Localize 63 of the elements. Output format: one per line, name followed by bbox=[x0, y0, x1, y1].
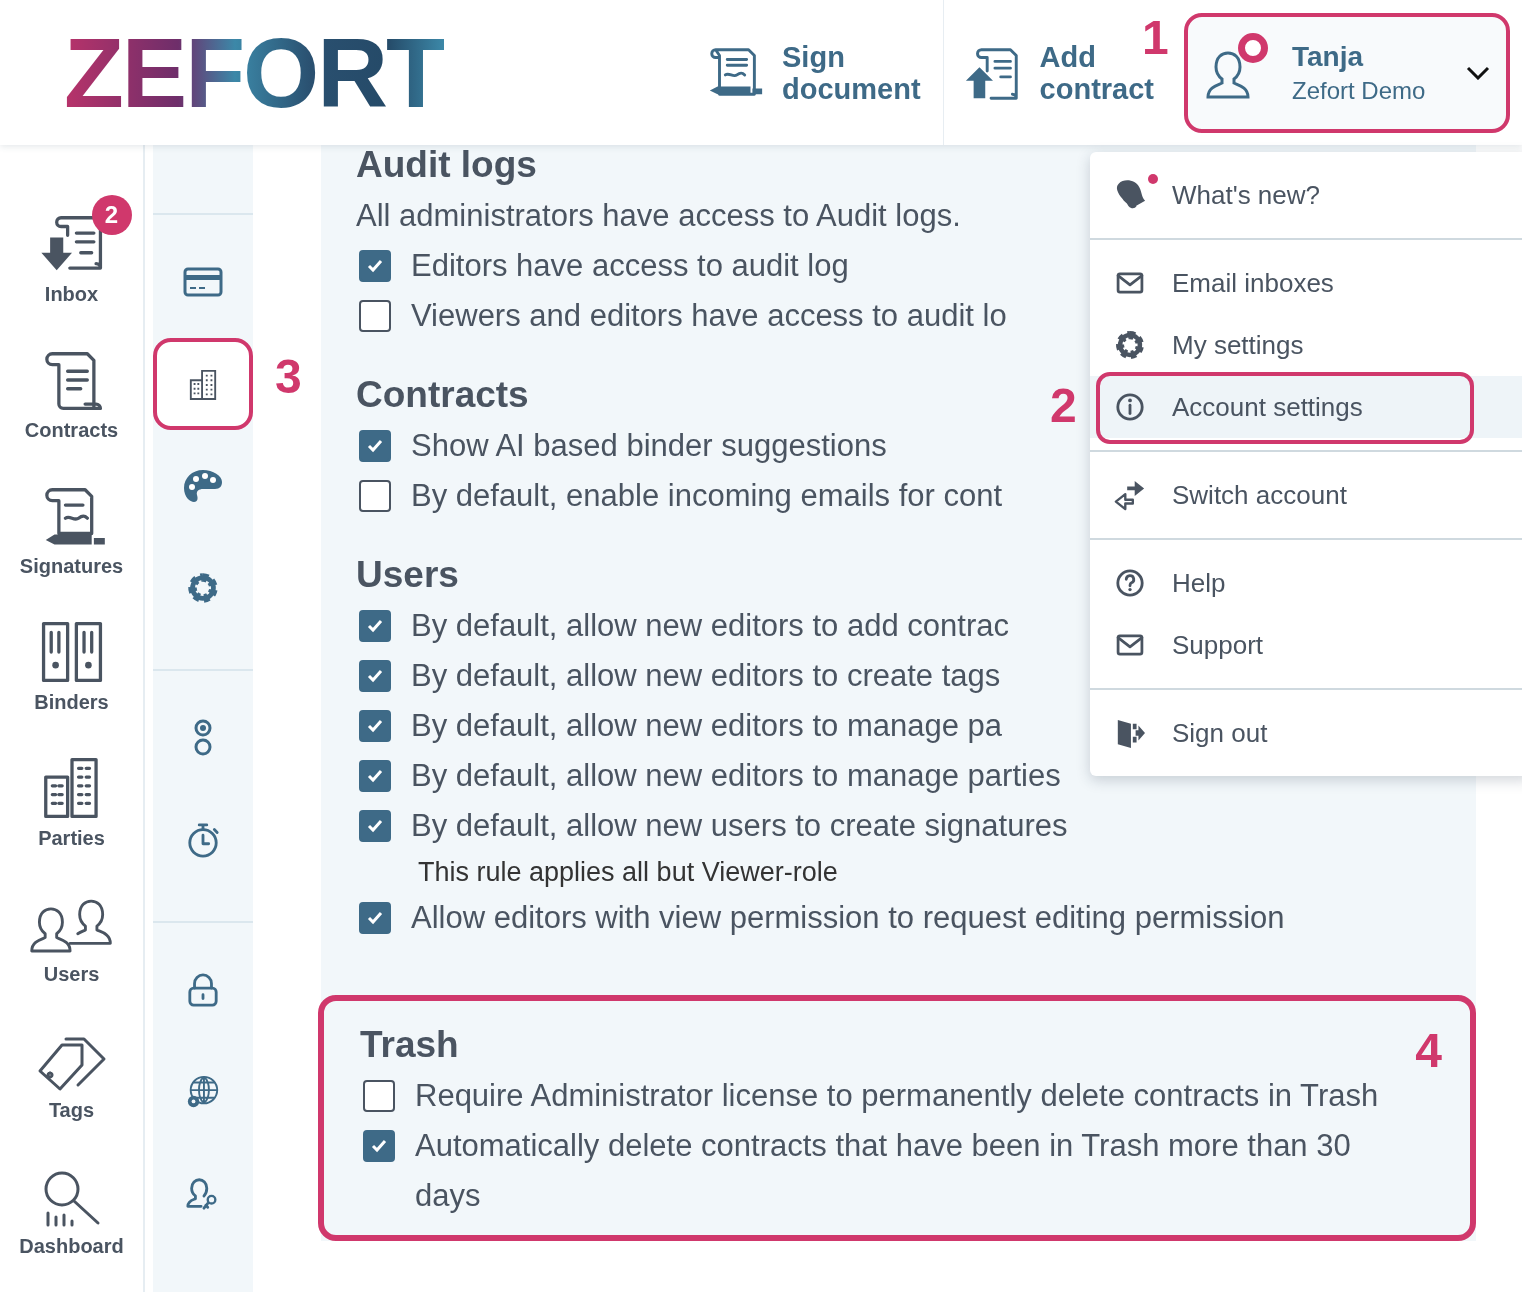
checkbox[interactable] bbox=[359, 810, 391, 842]
menu-item[interactable]: My settings bbox=[1090, 314, 1522, 376]
menu-item[interactable]: Sign out bbox=[1090, 702, 1522, 764]
description-text: All administrators have access to Audit logs. bbox=[356, 197, 961, 235]
checkbox[interactable] bbox=[359, 660, 391, 692]
checkbox-label: By default, allow new users to create signatures bbox=[411, 807, 1068, 845]
step-number: 2 bbox=[1050, 382, 1077, 430]
section-heading: Trash bbox=[360, 1023, 459, 1067]
section-heading: Audit logs bbox=[356, 145, 537, 187]
nav-item[interactable]: Tags bbox=[7, 1011, 136, 1147]
nav-item[interactable]: Dashboard bbox=[7, 1147, 136, 1283]
checkbox-label: Editors have access to audit log bbox=[411, 247, 849, 285]
menu-item[interactable]: Email inboxes bbox=[1090, 252, 1522, 314]
checkbox[interactable] bbox=[363, 1130, 395, 1162]
checkbox[interactable] bbox=[359, 480, 391, 512]
step-number: 3 bbox=[275, 353, 302, 401]
two-circles-icon bbox=[193, 718, 213, 758]
nav-item[interactable]: Contracts bbox=[7, 331, 136, 467]
checkbox[interactable] bbox=[359, 760, 391, 792]
nav-item[interactable]: Users bbox=[7, 875, 136, 1011]
chevron-down-icon bbox=[1466, 65, 1490, 80]
checkbox-label: By default, allow new editors to add contrac bbox=[411, 607, 1009, 645]
user-menu-button[interactable]: Tanja Zefort Demo bbox=[1184, 12, 1510, 133]
menu-item[interactable]: Support bbox=[1090, 614, 1522, 676]
menu-item[interactable]: What's new? bbox=[1090, 164, 1522, 226]
menu-item[interactable]: Switch account bbox=[1090, 464, 1522, 526]
nav-item[interactable]: Binders bbox=[7, 603, 136, 739]
checkbox-label: Show AI based binder suggestions bbox=[411, 427, 887, 465]
checkbox-label: By default, enable incoming emails for cont bbox=[411, 477, 1003, 515]
checkbox-label: Automatically delete contracts that have been in Trash more than 30 days bbox=[415, 1127, 1352, 1215]
step-number: 4 bbox=[1415, 1027, 1442, 1075]
checkbox-label: Require Administrator license to permanently delete contracts in Trash bbox=[415, 1077, 1379, 1115]
checkbox[interactable] bbox=[359, 430, 391, 462]
checkbox[interactable] bbox=[363, 1080, 395, 1112]
checkbox-label: By default, allow new editors to manage parties bbox=[411, 757, 1061, 795]
lock-icon bbox=[187, 972, 219, 1008]
section-heading: Users bbox=[356, 553, 459, 597]
step-number: 1 bbox=[1142, 14, 1169, 62]
sign-document-button[interactable]: Sign document bbox=[690, 0, 944, 145]
palette-icon bbox=[183, 468, 223, 504]
nav-item[interactable]: Signatures bbox=[7, 467, 136, 603]
stopwatch-icon bbox=[186, 822, 220, 858]
checkbox-label: Viewers and editors have access to audit lo bbox=[411, 297, 1007, 335]
checkbox-label: By default, allow new editors to manage pa bbox=[411, 707, 1003, 745]
settings-tab[interactable] bbox=[153, 338, 253, 430]
menu-item[interactable]: Help bbox=[1090, 552, 1522, 614]
building-icon bbox=[188, 367, 218, 401]
checkbox[interactable] bbox=[359, 610, 391, 642]
globe-gear-icon bbox=[185, 1074, 221, 1110]
checkbox[interactable] bbox=[359, 300, 391, 332]
user-name: Tanja bbox=[1292, 40, 1365, 73]
section-heading: Contracts bbox=[356, 373, 529, 417]
checkbox-label: Allow editors with view permission to request editing permission bbox=[411, 899, 1285, 937]
nav-item[interactable]: Parties bbox=[7, 739, 136, 875]
nav-item[interactable]: 2 Inbox bbox=[7, 195, 136, 331]
credit-card-icon bbox=[183, 266, 223, 298]
account-name: Zefort Demo bbox=[1292, 76, 1426, 105]
checkbox[interactable] bbox=[359, 710, 391, 742]
checkbox[interactable] bbox=[359, 902, 391, 934]
count-badge: 2 bbox=[91, 195, 132, 235]
checkbox[interactable] bbox=[359, 250, 391, 282]
checkbox-label: By default, allow new editors to create tags bbox=[411, 657, 1001, 695]
hint-text: This rule applies all but Viewer-role bbox=[418, 856, 838, 889]
